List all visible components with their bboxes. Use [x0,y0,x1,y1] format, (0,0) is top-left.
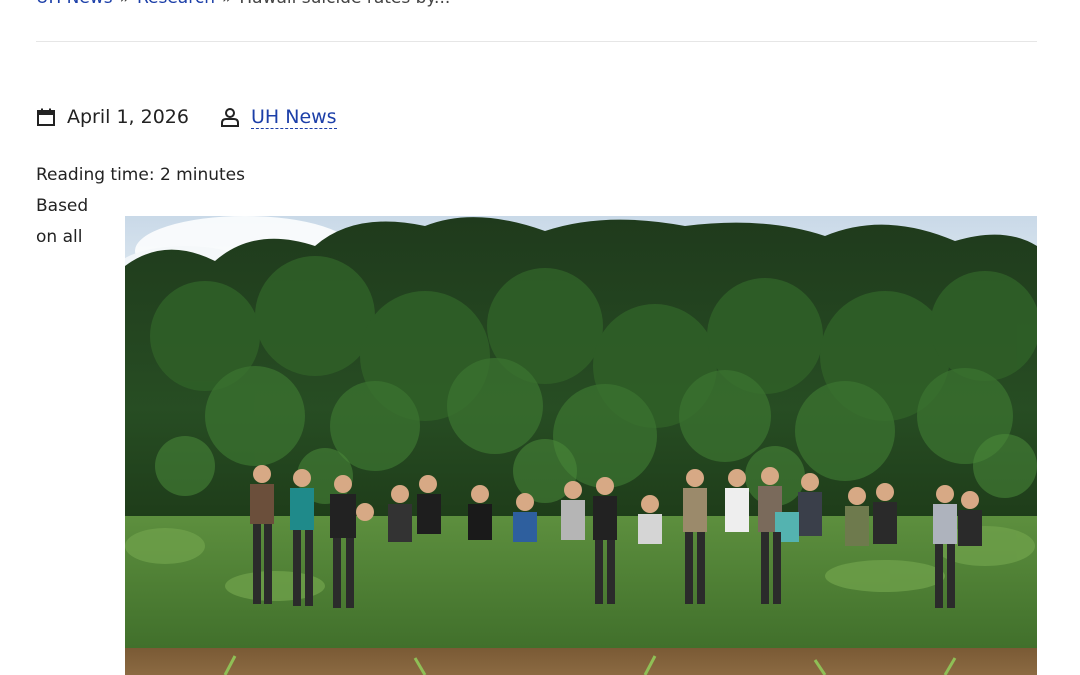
divider [36,41,1037,42]
user-icon [220,107,240,127]
article-photo [125,216,1037,675]
article-page: UH News » Research » Hawaii suicide rates by… [0,0,1080,675]
intro-line: Based [36,196,89,216]
breadcrumb: UH News » Research » Hawaii suicide rates by… [36,0,450,9]
post-meta: April 1, 2026 UH News [36,104,337,130]
breadcrumb-separator: » [120,0,130,8]
article-intro-text: Based on all [36,191,116,253]
breadcrumb-current: Hawaii suicide rates by... [239,0,450,8]
breadcrumb-separator: » [222,0,232,8]
reading-time: Reading time: 2 minutes [36,165,245,185]
calendar-icon [36,107,56,127]
post-date: April 1, 2026 [67,106,189,128]
author-link[interactable]: UH News [251,106,337,129]
intro-line: on all [36,227,83,247]
breadcrumb-link-uh-news[interactable]: UH News [36,0,113,8]
breadcrumb-link-research[interactable]: Research [137,0,215,8]
